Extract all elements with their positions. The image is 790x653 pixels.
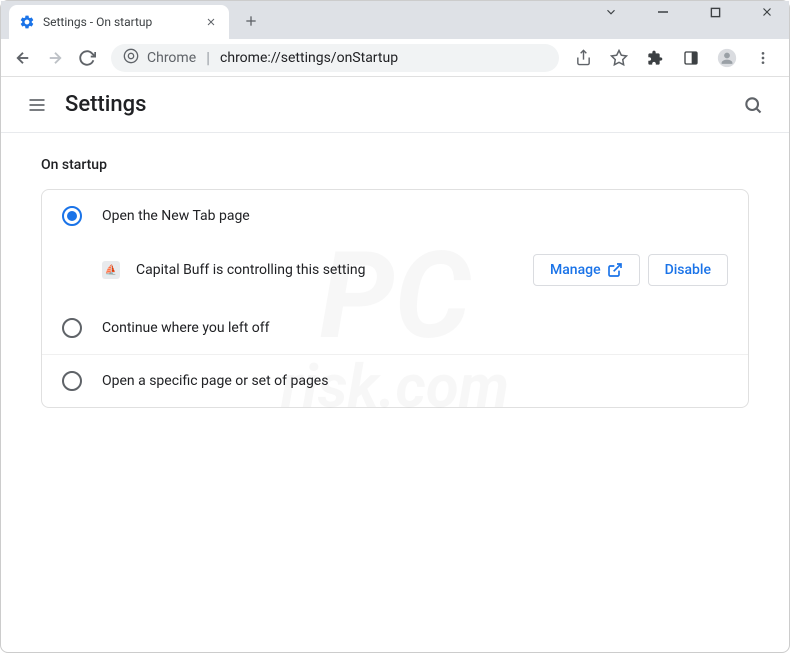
sidepanel-icon[interactable]: [677, 44, 705, 72]
option-label: Open the New Tab page: [102, 208, 250, 224]
chrome-icon: [123, 48, 139, 68]
gear-icon: [19, 14, 35, 30]
section-title: On startup: [41, 157, 749, 173]
notice-text: Capital Buff is controlling this setting: [136, 262, 533, 278]
search-icon[interactable]: [733, 85, 773, 125]
tab-title: Settings - On startup: [43, 15, 203, 29]
forward-button[interactable]: [41, 44, 69, 72]
options-card: Open the New Tab page ⛵ Capital Buff is …: [41, 189, 749, 408]
window-titlebar: Settings - On startup: [1, 1, 789, 39]
option-label: Open a specific page or set of pages: [102, 373, 328, 389]
back-button[interactable]: [9, 44, 37, 72]
minimize-icon[interactable]: [649, 0, 677, 26]
browser-tab[interactable]: Settings - On startup: [9, 5, 229, 39]
chevron-down-icon[interactable]: [597, 0, 625, 26]
url-path: chrome://settings/onStartup: [220, 50, 398, 66]
window-controls: [597, 1, 789, 39]
disable-button[interactable]: Disable: [648, 254, 728, 286]
close-tab-icon[interactable]: [203, 14, 219, 30]
extension-icon: ⛵: [102, 261, 120, 279]
kebab-menu-icon[interactable]: [749, 44, 777, 72]
extension-notice: ⛵ Capital Buff is controlling this setti…: [42, 242, 748, 302]
option-continue[interactable]: Continue where you left off: [42, 302, 748, 354]
external-link-icon: [607, 262, 623, 278]
option-new-tab[interactable]: Open the New Tab page: [42, 190, 748, 242]
radio-selected[interactable]: [62, 206, 82, 226]
maximize-icon[interactable]: [701, 0, 729, 26]
option-specific-pages[interactable]: Open a specific page or set of pages: [42, 354, 748, 407]
close-window-icon[interactable]: [753, 0, 781, 26]
radio-unselected[interactable]: [62, 371, 82, 391]
reload-button[interactable]: [73, 44, 101, 72]
option-label: Continue where you left off: [102, 320, 270, 336]
hamburger-menu-icon[interactable]: [17, 85, 57, 125]
settings-content: On startup Open the New Tab page ⛵ Capit…: [1, 133, 789, 432]
new-tab-button[interactable]: [237, 7, 265, 35]
browser-toolbar: Chrome | chrome://settings/onStartup: [1, 39, 789, 77]
address-bar[interactable]: Chrome | chrome://settings/onStartup: [111, 44, 559, 72]
page-title: Settings: [65, 92, 146, 117]
radio-unselected[interactable]: [62, 318, 82, 338]
settings-header: Settings: [1, 77, 789, 133]
url-origin: Chrome: [147, 50, 196, 66]
manage-button[interactable]: Manage: [533, 254, 640, 286]
bookmark-icon[interactable]: [605, 44, 633, 72]
share-icon[interactable]: [569, 44, 597, 72]
extensions-icon[interactable]: [641, 44, 669, 72]
profile-icon[interactable]: [713, 44, 741, 72]
